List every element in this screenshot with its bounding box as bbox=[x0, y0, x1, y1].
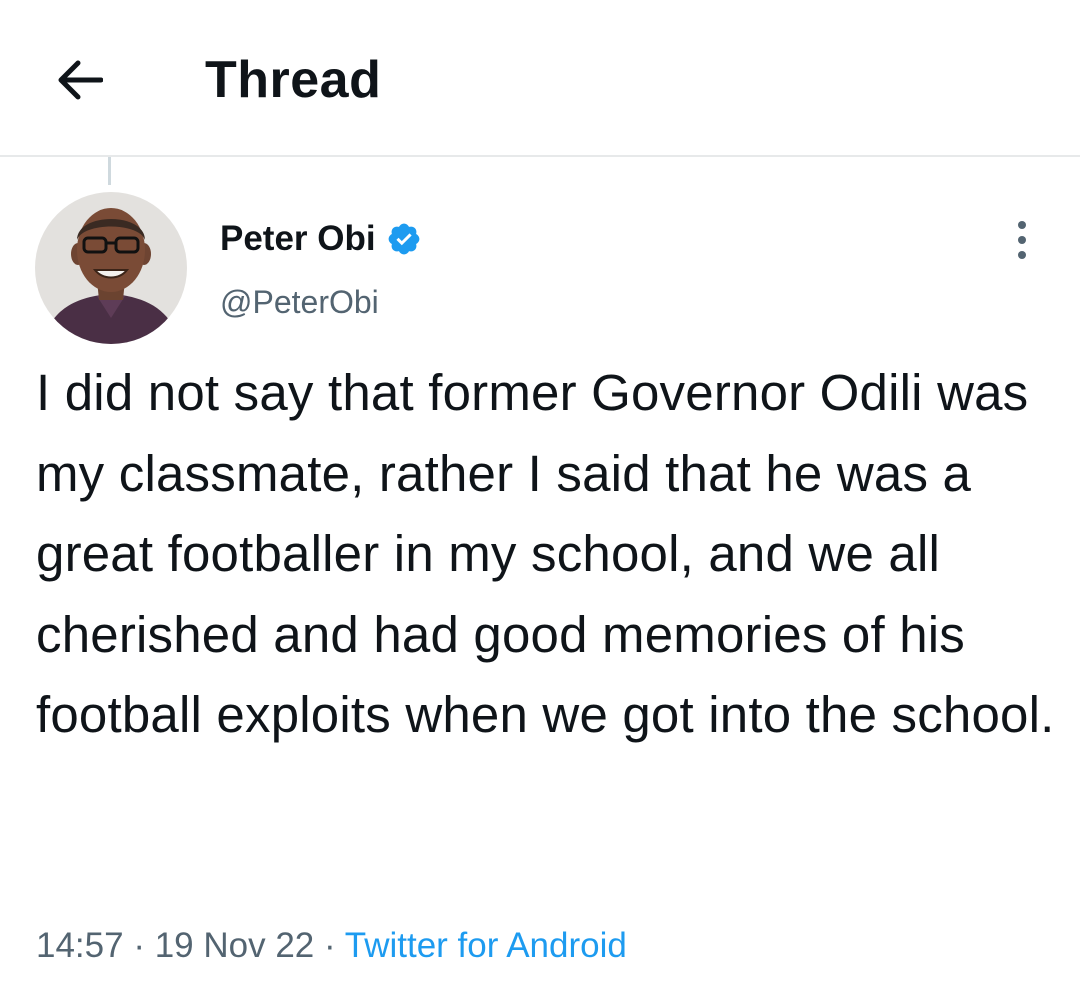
author-name-text: Peter Obi bbox=[220, 219, 376, 258]
meta-separator: · bbox=[324, 926, 336, 965]
tweet-text: I did not say that former Governor Odili… bbox=[36, 364, 1055, 743]
page-title: Thread bbox=[205, 51, 382, 109]
thread-header: Thread bbox=[0, 0, 1080, 157]
author-name[interactable]: Peter Obi bbox=[220, 217, 422, 261]
verified-badge-icon bbox=[386, 221, 422, 257]
tweet-date[interactable]: 19 Nov 22 bbox=[155, 926, 315, 965]
more-options-button[interactable] bbox=[1000, 212, 1044, 268]
thread-connector-line bbox=[108, 157, 111, 185]
more-vertical-icon bbox=[1018, 221, 1026, 259]
avatar[interactable] bbox=[35, 192, 187, 344]
tweet-metadata: 14:57 · 19 Nov 22 · Twitter for Android bbox=[36, 920, 627, 972]
avatar-photo bbox=[35, 192, 187, 344]
tweet-source-link[interactable]: Twitter for Android bbox=[345, 926, 627, 965]
arrow-left-icon bbox=[58, 60, 103, 100]
back-button[interactable] bbox=[48, 48, 112, 112]
meta-separator: · bbox=[133, 926, 145, 965]
author-handle[interactable]: @PeterObi bbox=[220, 280, 379, 324]
tweet-time[interactable]: 14:57 bbox=[36, 926, 124, 965]
